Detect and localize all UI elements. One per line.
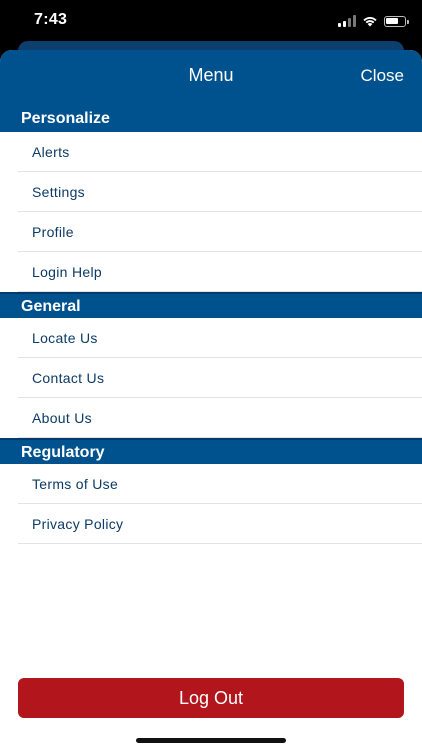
app-screen: 7:43 Menu Close Personalize Alerts Setti…	[0, 0, 422, 750]
section-header-personalize: Personalize	[0, 106, 422, 132]
menu-item-contact-us[interactable]: Contact Us	[18, 358, 422, 398]
wifi-icon	[363, 17, 377, 27]
menu-sheet: Menu Close Personalize Alerts Settings P…	[0, 50, 422, 750]
menu-item-about-us[interactable]: About Us	[18, 398, 422, 438]
menu-list-general: Locate Us Contact Us About Us	[0, 318, 422, 438]
menu-title: Menu	[188, 65, 234, 85]
menu-item-settings[interactable]: Settings	[18, 172, 422, 212]
menu-item-terms-of-use[interactable]: Terms of Use	[18, 464, 422, 504]
menu-item-privacy-policy[interactable]: Privacy Policy	[18, 504, 422, 544]
section-header-general: General	[0, 292, 422, 318]
section-header-regulatory: Regulatory	[0, 438, 422, 464]
menu-list-regulatory: Terms of Use Privacy Policy	[0, 464, 422, 544]
status-bar: 7:43	[0, 0, 422, 44]
battery-icon	[384, 16, 409, 27]
menu-header: Menu Close	[0, 50, 422, 106]
menu-item-locate-us[interactable]: Locate Us	[18, 318, 422, 358]
menu-item-profile[interactable]: Profile	[18, 212, 422, 252]
menu-list-personalize: Alerts Settings Profile Login Help	[0, 132, 422, 292]
cellular-signal-icon	[338, 15, 356, 27]
logout-button[interactable]: Log Out	[18, 678, 404, 718]
home-indicator[interactable]	[136, 738, 286, 743]
status-icons	[338, 13, 409, 27]
menu-item-alerts[interactable]: Alerts	[18, 132, 422, 172]
status-time: 7:43	[34, 11, 68, 28]
menu-item-login-help[interactable]: Login Help	[18, 252, 422, 292]
close-button[interactable]: Close	[361, 66, 404, 86]
